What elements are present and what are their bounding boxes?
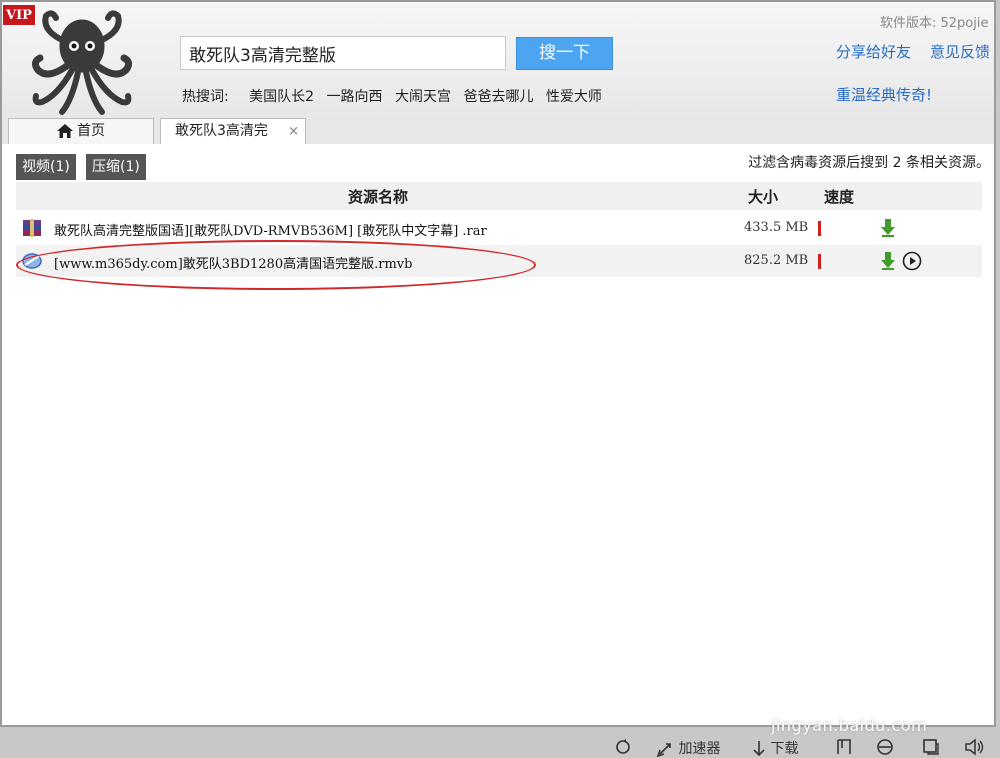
tab-home[interactable]: 首页 — [8, 118, 154, 144]
header-speed: 速度 — [824, 188, 855, 206]
hot-search-label: 热搜词: — [182, 89, 229, 105]
hot-word-5[interactable]: 性爱大师 — [546, 89, 602, 105]
search-button[interactable]: 搜一下 — [516, 37, 613, 70]
play-icon[interactable] — [902, 251, 922, 271]
file-name[interactable]: 敢死队高清完整版国语][敢死队DVD-RMVB536M] [敢死队中文字幕] .… — [54, 220, 487, 239]
accelerator-button[interactable]: 加速器 — [656, 738, 720, 758]
table-header: 资源名称 大小 速度 — [16, 182, 982, 210]
header: VIP 搜一下 热搜词: 美国队长2 一路向西 大闹 — [2, 2, 994, 118]
filter-archive[interactable]: 压缩(1) — [86, 154, 146, 180]
octopus-logo-icon — [31, 10, 133, 115]
close-icon[interactable]: × — [288, 119, 299, 144]
tab-search-result[interactable]: 敢死队3高清完 × — [160, 118, 306, 144]
download-icon[interactable] — [880, 252, 896, 270]
refresh-icon[interactable] — [614, 738, 632, 756]
file-size: 433.5 MB — [744, 220, 809, 235]
classic-link[interactable]: 重温经典传奇! — [836, 84, 932, 105]
hot-word-3[interactable]: 大闹天宫 — [395, 89, 451, 105]
speed-bar — [818, 254, 821, 269]
watermark-url: jingyan.baidu.com — [771, 716, 928, 735]
hot-search-bar: 热搜词: 美国队长2 一路向西 大闹天宫 爸爸去哪儿 性爱大师 — [182, 86, 610, 106]
file-size: 825.2 MB — [744, 253, 809, 268]
hot-word-4[interactable]: 爸爸去哪儿 — [463, 89, 533, 105]
download-button[interactable]: 下载 — [752, 738, 798, 758]
speed-bar — [818, 221, 821, 236]
highlight-ellipse — [16, 240, 536, 290]
browser-icon[interactable] — [876, 738, 894, 756]
header-name: 资源名称 — [348, 188, 409, 206]
result-summary: 过滤含病毒资源后搜到 2 条相关资源。 — [748, 155, 990, 171]
rocket-icon — [656, 743, 671, 758]
version-text: 软件版本: 52pojie — [880, 16, 989, 31]
share-link[interactable]: 分享给好友 — [836, 41, 911, 62]
flag-icon[interactable] — [836, 738, 852, 756]
hot-word-1[interactable]: 美国队长2 — [249, 89, 314, 105]
volume-icon[interactable] — [964, 738, 986, 756]
download-icon[interactable] — [880, 219, 896, 237]
tab-search-label: 敢死队3高清完 — [175, 123, 268, 139]
header-size: 大小 — [748, 188, 779, 206]
accelerator-label: 加速器 — [678, 741, 721, 757]
rar-archive-icon — [23, 219, 41, 237]
download-label: 下载 — [770, 741, 799, 757]
status-bar: 加速器 下载 — [0, 735, 1000, 758]
hot-word-2[interactable]: 一路向西 — [327, 89, 383, 105]
tab-bar: 首页 敢死队3高清完 × — [2, 118, 994, 144]
download-arrow-icon — [753, 741, 765, 757]
baidu-jingyan-watermark-logo — [768, 653, 889, 706]
table-row[interactable]: 敢死队高清完整版国语][敢死队DVD-RMVB536M] [敢死队中文字幕] .… — [16, 212, 982, 244]
app-window: VIP 搜一下 热搜词: 美国队长2 一路向西 大闹 — [0, 0, 996, 735]
search-input[interactable] — [180, 36, 506, 70]
home-icon — [57, 124, 73, 138]
feedback-link[interactable]: 意见反馈 — [930, 41, 990, 62]
window-icon[interactable] — [922, 738, 940, 756]
filter-video[interactable]: 视频(1) — [16, 154, 76, 180]
tab-home-label: 首页 — [77, 123, 105, 139]
